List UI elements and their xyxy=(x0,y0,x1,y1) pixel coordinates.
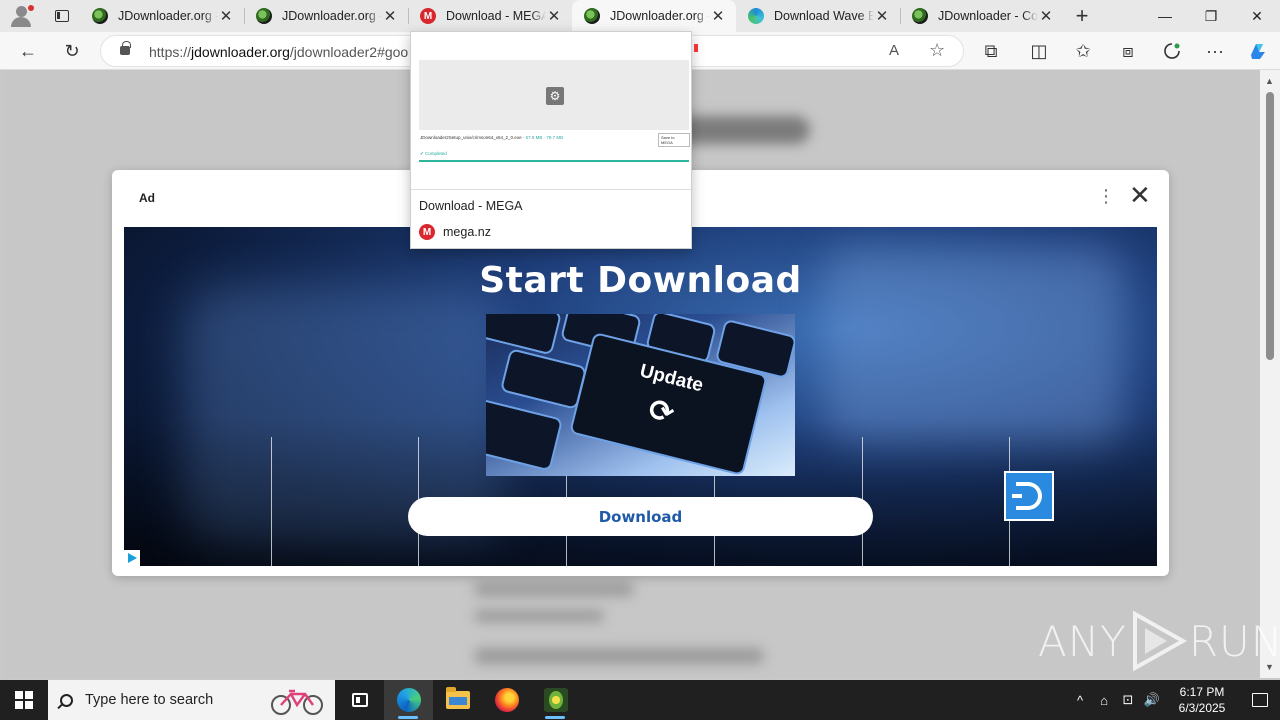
maximize-button[interactable]: ❐ xyxy=(1188,0,1234,32)
globe-icon xyxy=(584,8,600,24)
tab-close-icon[interactable]: ✕ xyxy=(546,7,562,25)
tab-close-icon[interactable]: ✕ xyxy=(1038,7,1054,25)
tab-actions-button[interactable] xyxy=(44,0,80,32)
tab-actions-icon xyxy=(55,10,69,22)
collections-icon[interactable]: ⧈ xyxy=(1114,37,1142,65)
system-tray: ^ ⌂ ⊡ 🔊 6:17 PM 6/3/2025 xyxy=(1068,680,1280,720)
page-scrollbar[interactable]: ▲ ▼ xyxy=(1260,70,1280,678)
tab-hover-preview[interactable]: ⚙ JDownloader2Setup_unix/crimson64_x64_2… xyxy=(410,31,698,249)
preview-file-name: JDownloader2Setup_unix/crimson64_x64_2_0… xyxy=(420,135,564,140)
tab-jdownloader-cor[interactable]: JDownloader - Cor ✕ xyxy=(900,0,1064,32)
read-aloud-icon[interactable]: A xyxy=(889,42,899,59)
notification-center-button[interactable] xyxy=(1240,693,1280,707)
browser-essentials-icon[interactable] xyxy=(1158,37,1186,65)
profile-button[interactable] xyxy=(0,0,44,32)
preview-progress-bar xyxy=(419,160,689,162)
tab-jdownloader-active[interactable]: JDownloader.org - ✕ xyxy=(572,0,736,32)
tab-mega[interactable]: M Download - MEGA ✕ xyxy=(408,0,572,32)
globe-icon xyxy=(256,8,272,24)
taskbar-clock[interactable]: 6:17 PM 6/3/2025 xyxy=(1164,684,1240,716)
firefox-icon xyxy=(494,688,519,712)
tab-title: JDownloader.org - xyxy=(282,9,382,23)
tab-title: Download Wave Br xyxy=(774,9,874,23)
extensions-icon[interactable]: ⧉ xyxy=(977,37,1005,65)
show-hidden-icons-chevron[interactable]: ^ xyxy=(1068,693,1092,708)
mega-icon: M xyxy=(419,224,435,240)
meet-now-icon[interactable]: ⌂ xyxy=(1092,693,1116,708)
profile-avatar-icon xyxy=(16,6,27,17)
folder-icon xyxy=(445,687,470,709)
ad-banner[interactable]: Start Download Update ⟳ Download xyxy=(124,227,1157,566)
adchoices-icon[interactable] xyxy=(124,550,140,566)
network-icon[interactable]: ⊡ xyxy=(1116,692,1140,708)
ad-more-options-icon[interactable]: ⋮ xyxy=(1097,187,1115,205)
tab-preview-title: Download - MEGA xyxy=(419,199,523,213)
task-view-button[interactable] xyxy=(335,680,384,720)
ad-close-button[interactable]: ✕ xyxy=(1129,182,1151,208)
taskbar-jdownloader[interactable] xyxy=(531,680,580,720)
tab-close-icon[interactable]: ✕ xyxy=(874,7,890,25)
notification-icon xyxy=(1252,693,1268,707)
clock-date: 6/3/2025 xyxy=(1178,701,1226,715)
tab-title: JDownloader - Cor xyxy=(938,9,1038,23)
globe-icon xyxy=(92,8,108,24)
tab-title: JDownloader.org - xyxy=(118,9,218,23)
tab-jdownloader-1[interactable]: JDownloader.org - ✕ xyxy=(80,0,244,32)
globe-icon xyxy=(912,8,928,24)
anyrun-watermark: ANY RUN xyxy=(1038,610,1280,672)
gear-icon: ⚙ xyxy=(546,87,564,105)
start-button[interactable] xyxy=(0,680,48,720)
taskbar-firefox[interactable] xyxy=(482,680,531,720)
favorite-star-icon[interactable]: ☆ xyxy=(929,40,945,61)
tab-strip: JDownloader.org - ✕ JDownloader.org - ✕ … xyxy=(0,0,1280,32)
tab-close-icon[interactable]: ✕ xyxy=(218,7,234,25)
keyboard-update-image: Update ⟳ xyxy=(486,314,795,476)
notification-dot xyxy=(28,5,34,11)
taskbar-file-explorer[interactable] xyxy=(433,680,482,720)
more-options-button[interactable]: ··· xyxy=(1201,37,1229,65)
edge-icon xyxy=(396,688,421,712)
refresh-icon: ⟳ xyxy=(645,392,678,432)
back-button[interactable]: ← xyxy=(14,37,42,65)
ad-download-button[interactable]: Download xyxy=(408,497,873,536)
taskbar-edge[interactable] xyxy=(384,680,433,720)
refresh-button[interactable]: ↻ xyxy=(58,37,86,65)
favorites-icon[interactable]: ✩ xyxy=(1069,37,1097,65)
edge-icon xyxy=(748,8,764,24)
split-screen-icon[interactable]: ◫ xyxy=(1025,37,1053,65)
mega-icon: M xyxy=(420,8,436,24)
tab-close-icon[interactable]: ✕ xyxy=(382,7,398,25)
minimize-button[interactable]: — xyxy=(1142,0,1188,32)
new-tab-button[interactable]: + xyxy=(1064,0,1100,32)
url-text[interactable]: https://jdownloader.org/jdownloader2#goo xyxy=(149,44,408,60)
tab-preview-thumbnail: ⚙ JDownloader2Setup_unix/crimson64_x64_2… xyxy=(418,39,698,189)
tab-wave-browser[interactable]: Download Wave Br ✕ xyxy=(736,0,900,32)
ad-headline: Start Download xyxy=(479,260,802,301)
task-view-icon xyxy=(351,693,368,707)
close-window-button[interactable]: ✕ xyxy=(1234,0,1280,32)
ad-label: Ad xyxy=(139,191,155,205)
lock-icon[interactable] xyxy=(120,41,131,55)
search-icon xyxy=(60,693,73,707)
bicycle-icon xyxy=(271,689,323,715)
tab-title: Download - MEGA xyxy=(446,9,546,23)
preview-status: ✔ Completed xyxy=(420,151,447,156)
jdownloader-icon xyxy=(543,688,568,712)
taskbar-search-box[interactable]: Type here to search xyxy=(48,680,335,720)
tab-close-icon[interactable]: ✕ xyxy=(710,7,726,25)
clock-time: 6:17 PM xyxy=(1179,685,1225,699)
copilot-icon[interactable] xyxy=(1244,37,1272,65)
preview-save-button: Save to MEGA xyxy=(658,133,690,147)
tab-preview-site: M mega.nz xyxy=(419,224,491,240)
taskbar: Type here to search ^ ⌂ ⊡ 🔊 6:17 PM 6/3/… xyxy=(0,680,1280,720)
scrollbar-thumb[interactable] xyxy=(1266,92,1274,360)
search-placeholder: Type here to search xyxy=(85,692,214,708)
volume-icon[interactable]: 🔊 xyxy=(1140,692,1164,708)
scroll-up-arrow[interactable]: ▲ xyxy=(1265,76,1274,86)
window-controls: — ❐ ✕ xyxy=(1142,0,1280,32)
play-logo-icon xyxy=(1132,610,1187,672)
tab-title: JDownloader.org - xyxy=(610,9,710,23)
tab-jdownloader-2[interactable]: JDownloader.org - ✕ xyxy=(244,0,408,32)
advertiser-logo-icon[interactable] xyxy=(1004,471,1054,521)
